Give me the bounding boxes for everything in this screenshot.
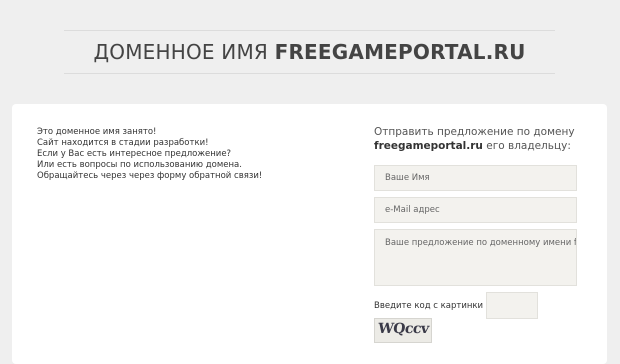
intro-text: Это доменное имя занято! Сайт находится … [37, 127, 262, 182]
name-field[interactable] [374, 165, 577, 191]
offer-heading-line1: Отправить предложение по домену [374, 126, 575, 138]
intro-line: Это доменное имя занято! [37, 127, 157, 137]
page-title: ДОМЕННОЕ ИМЯ FREEGAMEPORTAL.RU [93, 40, 525, 64]
intro-line: Или есть вопросы по использованию домена… [37, 160, 242, 170]
offer-heading-domain: freegameportal.ru [374, 140, 483, 152]
page-title-prefix: ДОМЕННОЕ ИМЯ [93, 40, 269, 64]
offer-heading-suffix: его владельцу: [486, 140, 571, 152]
offer-form-heading: Отправить предложение по домену freegame… [374, 125, 575, 153]
message-field[interactable] [374, 229, 577, 286]
page-header: ДОМЕННОЕ ИМЯ FREEGAMEPORTAL.RU [64, 30, 555, 74]
email-field[interactable] [374, 197, 577, 223]
intro-line: Сайт находится в стадии разработки! [37, 138, 209, 148]
captcha-input[interactable] [486, 292, 538, 319]
intro-line: Если у Вас есть интересное предложение? [37, 149, 232, 159]
captcha-image: WQccv [374, 318, 432, 343]
captcha-label: Введите код с картинки [374, 301, 484, 311]
content-card: Это доменное имя занято! Сайт находится … [12, 104, 607, 364]
intro-line: Обращайтесь через через форму обратной с… [37, 171, 263, 181]
captcha-text: WQccv [377, 321, 430, 337]
offer-heading-line2: freegameportal.ru его владельцу: [374, 139, 575, 153]
page-title-domain: FREEGAMEPORTAL.RU [274, 40, 526, 64]
